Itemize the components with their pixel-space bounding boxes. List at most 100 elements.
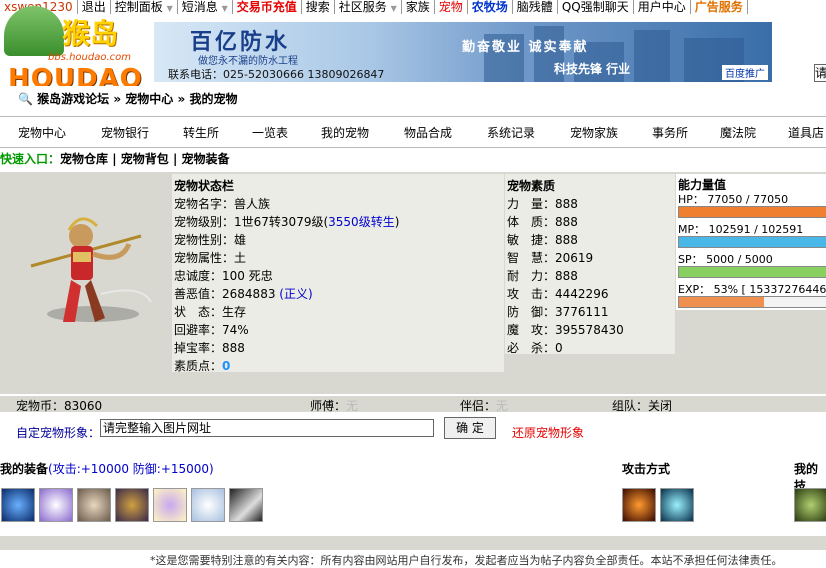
- label: 魔 攻：: [507, 323, 556, 337]
- label: 耐 力：: [507, 269, 556, 283]
- nav-my-pet[interactable]: 我的宠物: [321, 124, 369, 141]
- nav-item-shop[interactable]: 道具店: [788, 124, 824, 141]
- magnifier-icon: 🔍: [18, 92, 33, 106]
- pet-evade: 74%: [222, 323, 249, 337]
- equip-stats: (攻击:+10000 防御:+15000): [48, 462, 214, 476]
- user-center-link[interactable]: 用户中心: [634, 0, 691, 14]
- site-logo[interactable]: 猴岛 bbs.houdao.com HOUDAO: [4, 6, 152, 94]
- value: 888: [555, 215, 578, 229]
- ad-service-link[interactable]: 广告服务: [691, 0, 748, 14]
- label: 智 慧：: [507, 251, 556, 265]
- label: 宠物级别：: [174, 215, 235, 229]
- pet-info-bar: [0, 396, 826, 412]
- hp-bar-fill: [679, 207, 826, 217]
- mp-text: MP： 102591 / 102591: [678, 223, 804, 236]
- nav-system-log[interactable]: 系统记录: [487, 124, 535, 141]
- breadcrumb-mid[interactable]: 宠物中心: [125, 92, 173, 106]
- label: 防 御：: [507, 305, 556, 319]
- pet-evade-row: 回避率：74%: [174, 321, 249, 338]
- pet-gender: 雄: [234, 233, 247, 247]
- quick-label: 快速入口：: [0, 152, 61, 166]
- recharge-link[interactable]: 交易币充值: [233, 0, 302, 14]
- sp-text: SP： 5000 / 5000: [678, 253, 773, 266]
- skill-icon[interactable]: [794, 488, 826, 522]
- pet-drop: 888: [222, 341, 245, 355]
- family-link[interactable]: 家族: [402, 0, 435, 14]
- quality-row: 防 御：3776111: [507, 303, 608, 320]
- nav-office[interactable]: 事务所: [652, 124, 688, 141]
- breadcrumb-sep: »: [113, 92, 122, 106]
- search-input[interactable]: 请: [814, 64, 826, 82]
- quality-row: 体 质：888: [507, 213, 578, 230]
- equip-boots-icon[interactable]: [153, 488, 187, 522]
- quick-link-warehouse[interactable]: 宠物仓库: [60, 152, 108, 166]
- confirm-button[interactable]: 确 定: [444, 417, 496, 439]
- qq-chat-link[interactable]: QQ强制聊天: [558, 0, 634, 14]
- quality-row: 攻 击：4442296: [507, 285, 608, 302]
- nav-pet-center[interactable]: 宠物中心: [18, 124, 66, 141]
- label: 宠物性别：: [174, 233, 235, 247]
- pet-loyalty-row: 忠诚度：100 死忠: [174, 267, 273, 284]
- label: 状 态：: [174, 305, 223, 319]
- farm-link[interactable]: 农牧场: [468, 0, 513, 14]
- value: 20619: [555, 251, 594, 265]
- pet-link[interactable]: 宠物: [435, 0, 468, 14]
- banner-subtitle: 做您永不漏的防水工程: [198, 56, 298, 67]
- equip-dagger-icon[interactable]: [229, 488, 263, 522]
- equip-helmet-icon[interactable]: [115, 488, 149, 522]
- nav-magic-academy[interactable]: 魔法院: [720, 124, 756, 141]
- quality-row: 力 量：888: [507, 195, 578, 212]
- image-url-input[interactable]: [100, 419, 434, 437]
- attack-fire-icon[interactable]: [622, 488, 656, 522]
- status-header: 宠物状态栏: [174, 179, 235, 193]
- equip-blade-icon[interactable]: [1, 488, 35, 522]
- quick-link-equipment[interactable]: 宠物装备: [182, 152, 230, 166]
- quick-link-backpack[interactable]: 宠物背包: [121, 152, 169, 166]
- community-label: 社区服务: [338, 0, 387, 14]
- mate-value: 无: [496, 399, 509, 413]
- label: 宠物币：: [16, 399, 65, 413]
- label: 回避率：: [174, 323, 223, 337]
- pet-level: 1世67转3079级(: [234, 215, 329, 229]
- rebirth-link[interactable]: 3550级转生: [328, 215, 395, 229]
- nav-rebirth[interactable]: 转生所: [183, 124, 219, 141]
- custom-image-label: 自定宠物形象：: [16, 426, 101, 440]
- pet-drop-row: 掉宝率：888: [174, 339, 245, 356]
- pet-state-row: 状 态：生存: [174, 303, 246, 320]
- ad-banner[interactable]: 百亿防水 做您永不漏的防水工程 联系电话：025-52030666 138090…: [154, 22, 772, 82]
- equip-crown-icon[interactable]: [39, 488, 73, 522]
- pet-portrait: [1, 174, 171, 392]
- quality-row: 耐 力：888: [507, 267, 578, 284]
- breadcrumb: 🔍 猴岛游戏论坛 » 宠物中心 » 我的宠物: [18, 90, 237, 107]
- palm-tree-icon: [4, 6, 64, 56]
- font-link[interactable]: 脑残體: [513, 0, 558, 14]
- label: 敏 捷：: [507, 233, 556, 247]
- pet-quality-panel: 宠物素质 力 量：888 体 质：888 敏 捷：888 智 慧：20619 耐…: [505, 174, 675, 355]
- breadcrumb-root[interactable]: 猴岛游戏论坛: [37, 92, 109, 106]
- restore-image-link[interactable]: 还原宠物形象: [512, 424, 584, 441]
- equip-title-text: 我的装备: [0, 462, 49, 476]
- nav-item-synthesis[interactable]: 物品合成: [404, 124, 452, 141]
- messages-link[interactable]: 短消息 ▼: [178, 0, 233, 14]
- equip-ice-icon[interactable]: [191, 488, 225, 522]
- attack-orb-icon[interactable]: [660, 488, 694, 522]
- search-link[interactable]: 搜索: [302, 0, 335, 14]
- building-shape: [634, 30, 670, 82]
- exp-bar: [678, 296, 826, 308]
- nav-overview[interactable]: 一览表: [252, 124, 288, 141]
- community-link[interactable]: 社区服务 ▼: [335, 0, 402, 14]
- nav-pet-bank[interactable]: 宠物银行: [101, 124, 149, 141]
- exp-bar-fill: [679, 297, 764, 307]
- pet-attr: 土: [234, 251, 247, 265]
- breadcrumb-current: 我的宠物: [189, 92, 238, 106]
- equipment-title: 我的装备(攻击:+10000 防御:+15000): [0, 460, 214, 477]
- label: 善恶值：: [174, 287, 223, 301]
- value: 0: [555, 341, 563, 355]
- coins-value: 83060: [64, 399, 103, 413]
- quality-row: 敏 捷：888: [507, 231, 578, 248]
- equip-armor-icon[interactable]: [77, 488, 111, 522]
- nav-pet-family[interactable]: 宠物家族: [570, 124, 618, 141]
- caret-down-icon: ▼: [390, 4, 397, 13]
- monkey-king-icon: [30, 217, 152, 322]
- quality-row: 魔 攻：395578430: [507, 321, 624, 338]
